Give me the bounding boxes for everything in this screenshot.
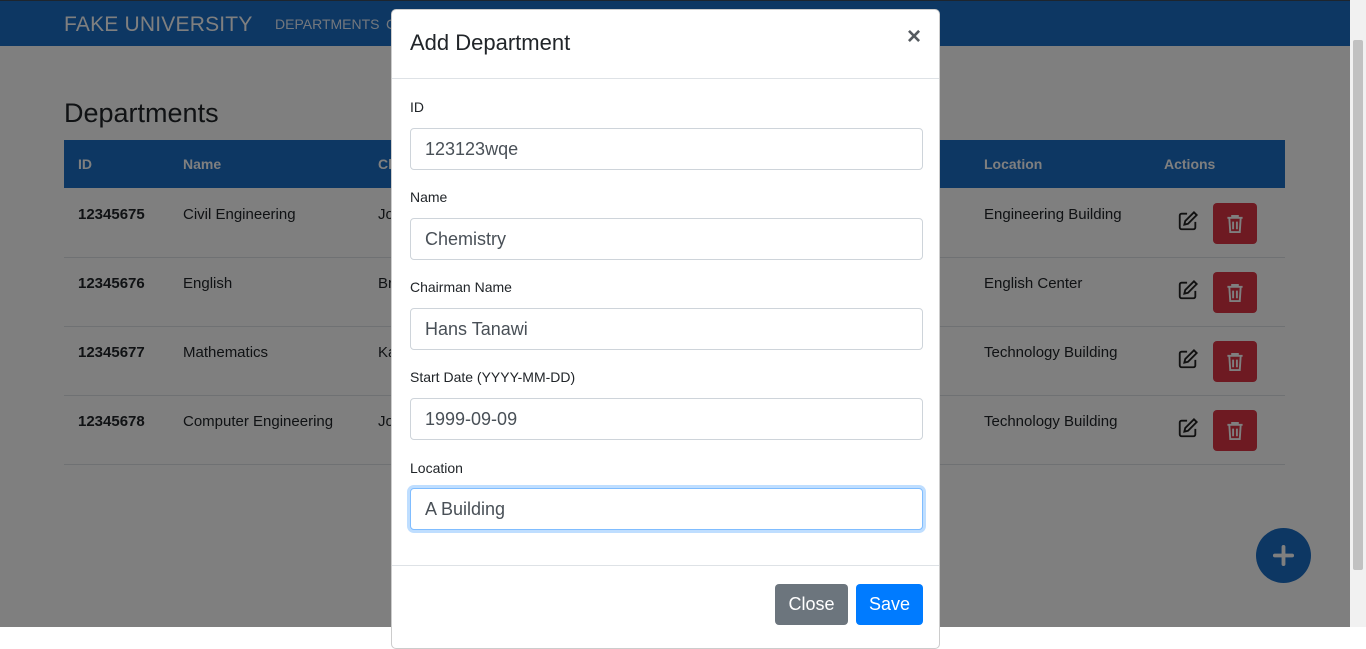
- name-field[interactable]: [410, 218, 923, 260]
- add-department-modal: Add Department × ID Name Chairman Name S…: [391, 9, 940, 649]
- scrollbar-thumb[interactable]: [1353, 40, 1363, 570]
- location-label: Location: [410, 460, 463, 476]
- location-field[interactable]: [410, 488, 923, 530]
- modal-footer-divider: [392, 565, 939, 566]
- modal-title: Add Department: [410, 30, 571, 55]
- scrollbar[interactable]: [1350, 0, 1366, 627]
- chairman-field[interactable]: [410, 308, 923, 350]
- close-icon[interactable]: ×: [907, 25, 921, 49]
- start-date-field[interactable]: [410, 398, 923, 440]
- id-label: ID: [410, 99, 424, 115]
- save-button[interactable]: Save: [856, 584, 923, 625]
- modal-header: Add Department ×: [392, 10, 939, 79]
- id-field[interactable]: [410, 128, 923, 170]
- start-date-label: Start Date (YYYY-MM-DD): [410, 369, 576, 385]
- close-button[interactable]: Close: [775, 584, 848, 625]
- chairman-label: Chairman Name: [410, 279, 512, 295]
- name-label: Name: [410, 189, 448, 205]
